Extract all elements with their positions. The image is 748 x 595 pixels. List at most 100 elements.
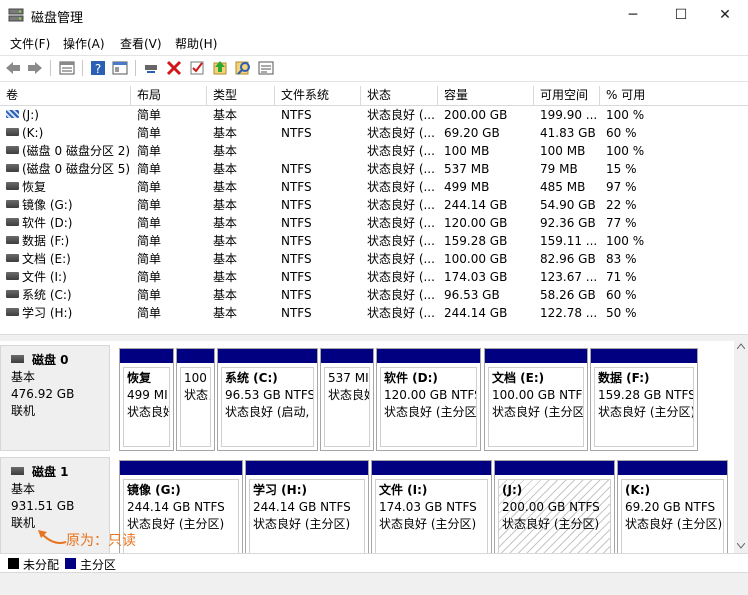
search-icon[interactable] (234, 59, 252, 77)
partition-size: 100 (184, 371, 207, 385)
properties-icon[interactable] (58, 59, 76, 77)
forward-icon[interactable] (26, 59, 44, 77)
menu-action[interactable]: 操作(A) (63, 35, 105, 52)
volume-icon (6, 218, 19, 226)
partition-block[interactable]: (J:) 200.00 GB NTFS 状态良好 (主分区) (494, 460, 615, 553)
col-status[interactable]: 状态 (361, 86, 438, 105)
table-row[interactable]: 镜像 (G:) 简单 基本 NTFS 状态良好 (... 244.14 GB 54.90 G… (0, 196, 748, 214)
list-icon[interactable] (257, 59, 275, 77)
partition-block[interactable]: 恢复 499 MI 状态良好 (119, 348, 174, 451)
partition-body: (K:) 69.20 GB NTFS 状态良好 (主分区) (621, 479, 724, 553)
table-cell-layout: 简单 (137, 216, 162, 230)
table-cell-type: 基本 (213, 180, 238, 194)
check-icon[interactable] (188, 59, 206, 77)
table-cell-fs: NTFS (281, 288, 312, 302)
col-type[interactable]: 类型 (207, 86, 275, 105)
partition-type-bar (321, 349, 373, 363)
table-cell-layout: 简单 (137, 180, 162, 194)
menu-file[interactable]: 文件(F) (10, 35, 50, 52)
partition-block[interactable]: 537 MI 状态良好 (320, 348, 374, 451)
close-button[interactable]: ✕ (702, 0, 748, 31)
delete-icon[interactable] (165, 59, 183, 77)
col-filesystem[interactable]: 文件系统 (275, 86, 361, 105)
table-cell-status: 状态良好 (... (367, 180, 435, 194)
table-row[interactable]: (J:) 简单 基本 NTFS 状态良好 (... 200.00 GB 199.90 ...… (0, 106, 748, 124)
partition-status: 状态良好 (主分区) (625, 517, 723, 531)
partition-name: 系统 (C:) (225, 371, 278, 385)
back-icon[interactable] (4, 59, 22, 77)
minimize-button[interactable]: ─ (610, 0, 656, 31)
partition-status: 状态良好 (主分区) (492, 405, 584, 419)
volume-icon (6, 200, 19, 208)
table-row[interactable]: 数据 (F:) 简单 基本 NTFS 状态良好 (... 159.28 GB 159.11 … (0, 232, 748, 250)
up-icon[interactable] (211, 59, 229, 77)
partition-block[interactable]: (K:) 69.20 GB NTFS 状态良好 (主分区) (617, 460, 728, 553)
table-row[interactable]: (磁盘 0 磁盘分区 5) 简单 基本 NTFS 状态良好 (... 537 MB 79 M… (0, 160, 748, 178)
status-bar (0, 572, 748, 595)
table-cell-cap: 159.28 GB (444, 234, 508, 248)
partition-status: 状态良好 (127, 405, 169, 419)
table-cell-status: 状态良好 (... (367, 144, 435, 158)
table-cell-type: 基本 (213, 108, 238, 122)
table-row[interactable]: 恢复 简单 基本 NTFS 状态良好 (... 499 MB 485 MB 97 % (0, 178, 748, 196)
table-cell-pct: 71 % (606, 270, 637, 284)
scroll-down-icon[interactable] (737, 543, 745, 549)
volume-name: (K:) (22, 126, 44, 140)
table-cell-type: 基本 (213, 234, 238, 248)
menu-help[interactable]: 帮助(H) (175, 35, 217, 52)
partition-type-bar (218, 349, 317, 363)
table-row[interactable]: (磁盘 0 磁盘分区 2) 简单 基本 状态良好 (... 100 MB 100 MB 10… (0, 142, 748, 160)
help-icon[interactable]: ? (89, 59, 107, 77)
table-cell-vol: 文档 (E:) (6, 250, 71, 268)
table-cell-free: 79 MB (540, 162, 578, 176)
partition-block[interactable]: 数据 (F:) 159.28 GB NTFS 状态良好 (主分区) (590, 348, 698, 451)
disk-map-scrollbar[interactable] (734, 341, 748, 553)
col-percent-free[interactable]: % 可用 (600, 86, 748, 105)
maximize-button[interactable]: ☐ (658, 0, 704, 31)
view-icon[interactable] (111, 59, 129, 77)
table-cell-pct: 100 % (606, 234, 645, 248)
partition-status: 状态良 (184, 388, 210, 402)
disk-0-label[interactable]: 磁盘 0 基本 476.92 GB 联机 (0, 345, 110, 451)
volume-icon (6, 290, 19, 298)
menu-view[interactable]: 查看(V) (120, 35, 162, 52)
table-cell-status: 状态良好 (... (367, 306, 435, 320)
table-row[interactable]: 软件 (D:) 简单 基本 NTFS 状态良好 (... 120.00 GB 92.36 G… (0, 214, 748, 232)
partition-block[interactable]: 文件 (I:) 174.03 GB NTFS 状态良好 (主分区) (371, 460, 492, 553)
partition-block[interactable]: 软件 (D:) 120.00 GB NTFS 状态良好 (主分区) (376, 348, 481, 451)
table-cell-type: 基本 (213, 288, 238, 302)
table-cell-layout: 简单 (137, 306, 162, 320)
table-row[interactable]: 学习 (H:) 简单 基本 NTFS 状态良好 (... 244.14 GB 122.78 … (0, 304, 748, 322)
partition-name: (J:) (502, 483, 523, 497)
table-cell-layout: 简单 (137, 126, 162, 140)
volume-name: (J:) (22, 108, 39, 122)
volume-icon (6, 272, 19, 280)
table-row[interactable]: 文件 (I:) 简单 基本 NTFS 状态良好 (... 174.03 GB 123.67 … (0, 268, 748, 286)
partition-type-bar (120, 461, 242, 475)
partition-body: 学习 (H:) 244.14 GB NTFS 状态良好 (主分区) (249, 479, 365, 553)
partition-block[interactable]: 系统 (C:) 96.53 GB NTFS 状态良好 (启动, ) (217, 348, 318, 451)
table-cell-vol: (J:) (6, 106, 39, 124)
col-layout[interactable]: 布局 (131, 86, 207, 105)
col-free-space[interactable]: 可用空间 (534, 86, 600, 105)
partition-status: 状态良好 (主分区) (598, 405, 694, 419)
partition-size: 100.00 GB NTFS (492, 388, 584, 402)
table-cell-fs: NTFS (281, 162, 312, 176)
connect-icon[interactable] (142, 59, 160, 77)
partition-block[interactable]: 文档 (E:) 100.00 GB NTFS 状态良好 (主分区) (484, 348, 588, 451)
table-cell-free: 54.90 GB (540, 198, 596, 212)
table-row[interactable]: 文档 (E:) 简单 基本 NTFS 状态良好 (... 100.00 GB 82.96 G… (0, 250, 748, 268)
col-capacity[interactable]: 容量 (438, 86, 534, 105)
col-volume[interactable]: 卷 (0, 86, 131, 105)
table-cell-type: 基本 (213, 126, 238, 140)
partition-block[interactable]: 100 状态良 (176, 348, 215, 451)
table-cell-type: 基本 (213, 198, 238, 212)
table-cell-vol: 学习 (H:) (6, 304, 72, 322)
table-row[interactable]: (K:) 简单 基本 NTFS 状态良好 (... 69.20 GB 41.83 GB 60 … (0, 124, 748, 142)
partition-name: 镜像 (G:) (127, 483, 181, 497)
table-row[interactable]: 系统 (C:) 简单 基本 NTFS 状态良好 (... 96.53 GB 58.26 GB… (0, 286, 748, 304)
table-cell-cap: 537 MB (444, 162, 490, 176)
partition-block[interactable]: 学习 (H:) 244.14 GB NTFS 状态良好 (主分区) (245, 460, 369, 553)
partition-block[interactable]: 镜像 (G:) 244.14 GB NTFS 状态良好 (主分区) (119, 460, 243, 553)
scroll-up-icon[interactable] (737, 343, 745, 349)
